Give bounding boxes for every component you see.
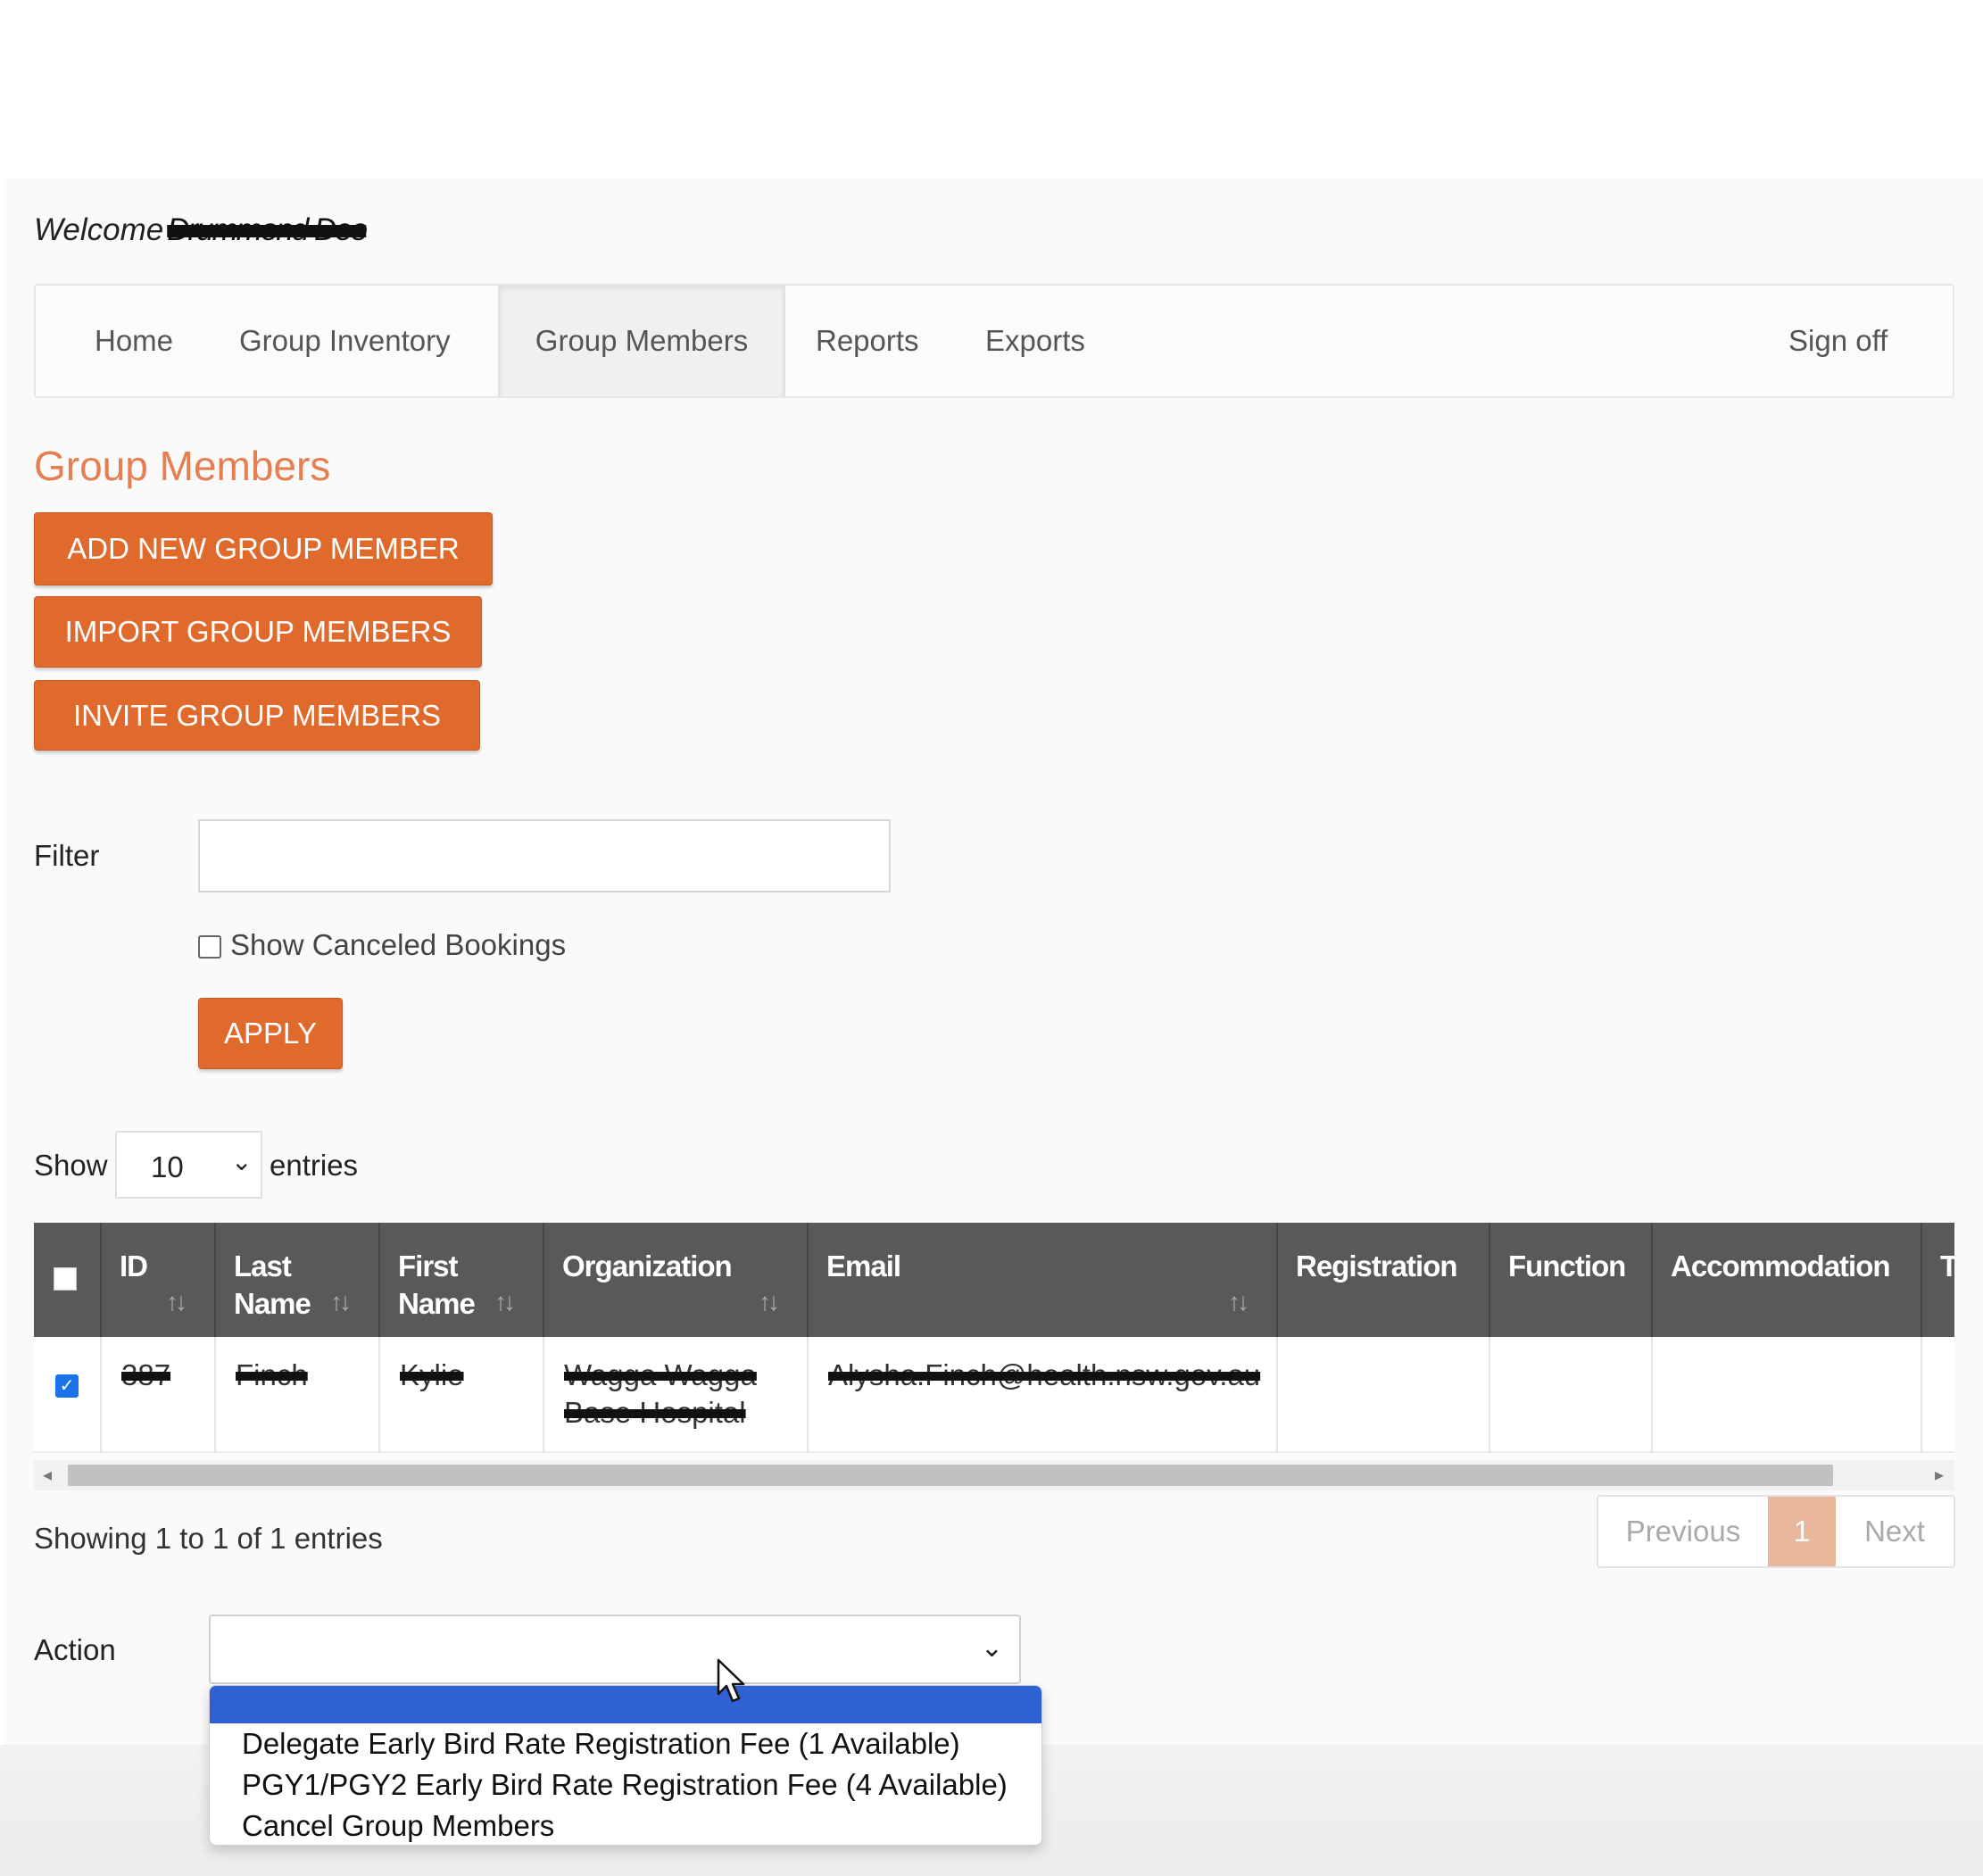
col-function[interactable]: Function xyxy=(1490,1223,1653,1337)
cell-last-name: Finch xyxy=(216,1337,380,1453)
scroll-thumb[interactable] xyxy=(68,1465,1833,1486)
action-select[interactable]: ⌄ xyxy=(209,1615,1021,1684)
col-last-name-l1: Last xyxy=(234,1249,292,1282)
dropdown-option-cancel-members[interactable]: Cancel Group Members xyxy=(242,1809,554,1843)
chevron-down-icon: ⌄ xyxy=(980,1633,1003,1663)
cell-truncated xyxy=(1922,1337,1954,1453)
entries-per-page-select[interactable]: 10 ⌄ xyxy=(115,1131,262,1199)
col-first-name[interactable]: First Name ↑↓ xyxy=(380,1223,544,1337)
pagination: Previous 1 Next xyxy=(1597,1495,1955,1568)
next-button[interactable]: Next xyxy=(1836,1497,1954,1566)
show-canceled-label: Show Canceled Bookings xyxy=(230,928,567,961)
scroll-right-icon[interactable]: ▸ xyxy=(1935,1464,1944,1486)
nav-home[interactable]: Home xyxy=(95,286,173,396)
cell-last-name-value: Finch xyxy=(236,1358,308,1391)
filter-input[interactable] xyxy=(198,819,891,892)
page-title: Group Members xyxy=(34,443,331,489)
sort-icon: ↑↓ xyxy=(759,1288,780,1316)
sort-icon: ↑↓ xyxy=(330,1288,352,1316)
add-new-group-member-button[interactable]: ADD NEW GROUP MEMBER xyxy=(34,512,493,585)
cell-function xyxy=(1490,1337,1653,1453)
select-all-header xyxy=(34,1223,102,1337)
action-label: Action xyxy=(34,1633,116,1666)
cell-email: Alysha.Finch@health.nsw.gov.au xyxy=(809,1337,1278,1453)
show-canceled-checkbox[interactable] xyxy=(198,935,221,959)
chevron-down-icon: ⌄ xyxy=(231,1148,253,1175)
col-first-name-l1: First xyxy=(398,1249,459,1282)
select-all-checkbox[interactable] xyxy=(54,1267,77,1291)
cell-first-name: Kylie xyxy=(380,1337,544,1453)
nav-group-members[interactable]: Group Members xyxy=(498,286,785,396)
welcome-text: Welcome Drummond Dee xyxy=(34,212,368,248)
col-accommodation[interactable]: Accommodation xyxy=(1653,1223,1922,1337)
dropdown-option-pgy-early-bird[interactable]: PGY1/PGY2 Early Bird Rate Registration F… xyxy=(242,1768,1008,1802)
previous-button[interactable]: Previous xyxy=(1598,1497,1768,1566)
scroll-left-icon[interactable]: ◂ xyxy=(43,1464,52,1486)
cell-id: 387 xyxy=(102,1337,216,1453)
col-organization-label: Organization xyxy=(562,1249,733,1282)
user-name: Drummond Dee xyxy=(167,212,368,247)
sort-icon: ↑↓ xyxy=(1228,1288,1249,1316)
cell-organization-l1: Wagga Wagga xyxy=(564,1358,757,1391)
col-id[interactable]: ID ↑↓ xyxy=(102,1223,216,1337)
filter-label: Filter xyxy=(34,839,100,872)
entries-label: entries xyxy=(270,1149,359,1182)
table-header: ID ↑↓ Last Name ↑↓ First Name ↑↓ Organiz… xyxy=(34,1223,1954,1337)
col-email[interactable]: Email ↑↓ xyxy=(809,1223,1278,1337)
cell-id-value: 387 xyxy=(121,1358,171,1391)
col-email-label: Email xyxy=(826,1249,901,1282)
show-label: Show xyxy=(34,1149,108,1182)
action-dropdown-list: Delegate Early Bird Rate Registration Fe… xyxy=(209,1685,1042,1846)
main-navbar: Home Group Inventory Group Members Repor… xyxy=(34,284,1954,398)
row-select-cell: ✓ xyxy=(34,1337,102,1453)
col-registration[interactable]: Registration xyxy=(1278,1223,1490,1337)
col-organization[interactable]: Organization ↑↓ xyxy=(544,1223,809,1337)
cell-accommodation xyxy=(1653,1337,1922,1453)
table-info: Showing 1 to 1 of 1 entries xyxy=(34,1522,383,1555)
import-group-members-button[interactable]: IMPORT GROUP MEMBERS xyxy=(34,596,482,668)
sort-icon: ↑↓ xyxy=(166,1288,187,1316)
cell-first-name-value: Kylie xyxy=(400,1358,464,1391)
cell-organization-l2: Base Hospital xyxy=(564,1396,746,1429)
nav-exports[interactable]: Exports xyxy=(985,286,1085,396)
cell-registration xyxy=(1278,1337,1490,1453)
invite-group-members-button[interactable]: INVITE GROUP MEMBERS xyxy=(34,680,480,751)
page-1-button[interactable]: 1 xyxy=(1768,1497,1836,1566)
entries-select-value: 10 xyxy=(151,1150,184,1183)
col-last-name[interactable]: Last Name ↑↓ xyxy=(216,1223,380,1337)
cell-email-value: Alysha.Finch@health.nsw.gov.au xyxy=(828,1358,1261,1391)
members-table: ID ↑↓ Last Name ↑↓ First Name ↑↓ Organiz… xyxy=(34,1223,1954,1490)
sign-off-link[interactable]: Sign off xyxy=(1788,286,1888,396)
nav-reports[interactable]: Reports xyxy=(816,286,919,396)
col-last-name-l2: Name xyxy=(234,1287,311,1320)
row-checkbox[interactable]: ✓ xyxy=(55,1374,79,1398)
nav-group-inventory[interactable]: Group Inventory xyxy=(239,286,451,396)
apply-button[interactable]: APPLY xyxy=(198,998,343,1069)
col-id-label: ID xyxy=(120,1249,148,1282)
dropdown-option-empty[interactable] xyxy=(210,1686,1041,1723)
sort-icon: ↑↓ xyxy=(494,1288,516,1316)
col-first-name-l2: Name xyxy=(398,1287,476,1320)
mouse-cursor-icon xyxy=(717,1658,745,1703)
cell-organization: Wagga Wagga Base Hospital xyxy=(544,1337,809,1453)
welcome-label: Welcome xyxy=(34,212,164,247)
table-row[interactable]: ✓ 387 Finch Kylie Wagga Wagga Base Hospi… xyxy=(34,1337,1954,1453)
col-truncated[interactable]: T xyxy=(1922,1223,1954,1337)
horizontal-scrollbar[interactable]: ◂ ▸ xyxy=(34,1460,1954,1490)
dropdown-option-delegate-early-bird[interactable]: Delegate Early Bird Rate Registration Fe… xyxy=(242,1727,960,1761)
